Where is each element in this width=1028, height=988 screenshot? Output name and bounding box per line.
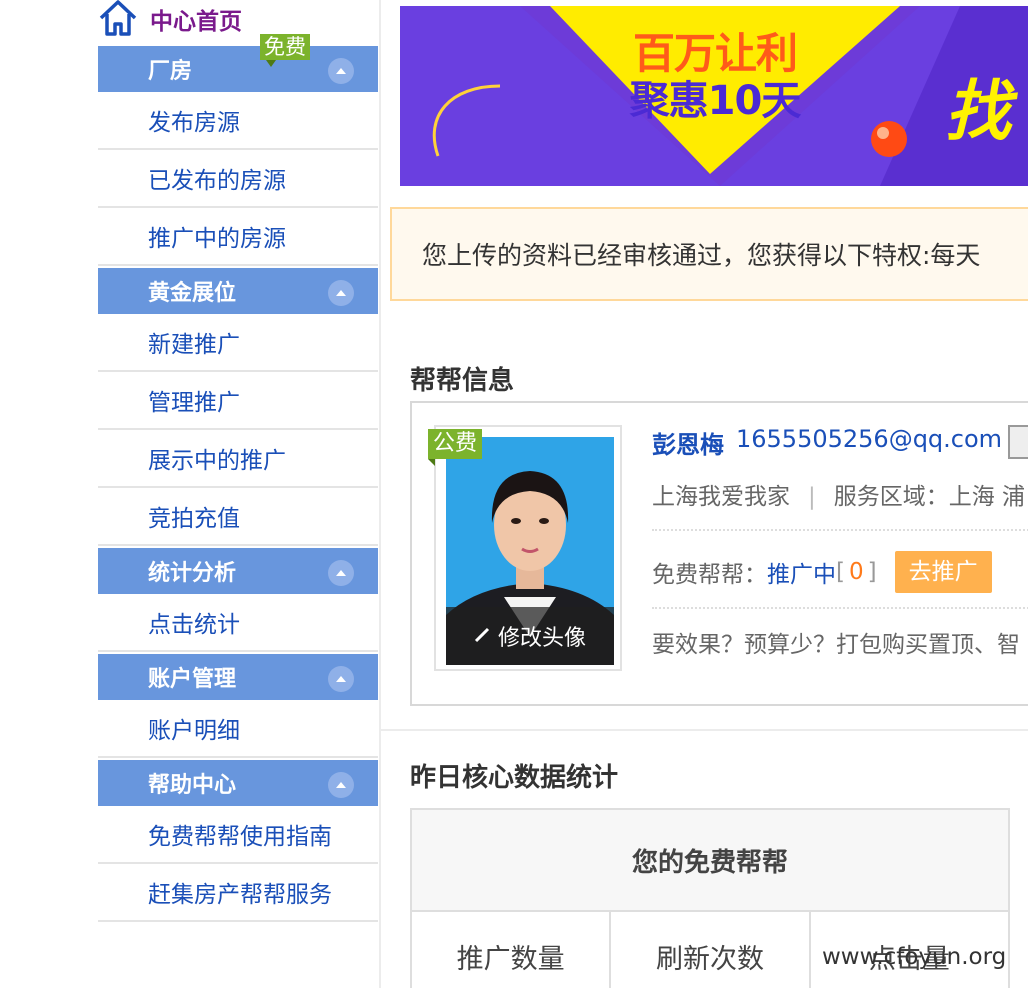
column-header: 推广数量 — [412, 912, 612, 988]
sidebar-item-published[interactable]: 已发布的房源 — [98, 150, 378, 208]
promoting-status[interactable]: 推广中 — [767, 555, 836, 589]
section-title: 账户管理 — [148, 667, 237, 692]
sidebar-item-showing-promo[interactable]: 展示中的推广 — [98, 430, 378, 488]
company-line: 上海我爱我家 | 服务区域：上海 浦 — [652, 477, 1025, 511]
separator: | — [808, 484, 816, 510]
collapse-icon[interactable] — [328, 58, 354, 84]
collapse-icon[interactable] — [328, 280, 354, 306]
section-header-help[interactable]: 帮助中心 — [98, 758, 378, 806]
notice-text: 您上传的资料已经审核通过，您获得以下特权:每天 — [422, 241, 981, 270]
column-header: 刷新次数 — [611, 912, 811, 988]
sidebar-item-promoting[interactable]: 推广中的房源 — [98, 208, 378, 266]
banner-slogan: 找 — [945, 73, 1011, 150]
sidebar: 中心首页 免费 厂房 发布房源 已发布的房源 推广中的房源 黄金展位 新建推广 … — [98, 0, 378, 922]
free-bangbang-line: 免费帮帮： 推广中 [ 0 ] 去推广 — [652, 551, 992, 593]
id-card-icon — [1008, 425, 1028, 459]
section-title: 黄金展位 — [148, 281, 237, 306]
profile-card: 修改头像 公费 彭恩梅 1655505256@qq.com 上海我爱我家 | 服务区… — [410, 401, 1028, 706]
dotted-divider — [652, 529, 1028, 531]
approval-notice: 您上传的资料已经审核通过，您获得以下特权:每天 — [390, 207, 1028, 301]
collapse-icon[interactable] — [328, 560, 354, 586]
promo-banner[interactable]: 百万让利 聚惠10天 找 — [400, 6, 1028, 186]
profile-section-title: 帮帮信息 — [410, 366, 515, 396]
sidebar-item-account-detail[interactable]: 账户明细 — [98, 700, 378, 758]
service-area: 服务区域：上海 浦 — [833, 484, 1026, 510]
sidebar-item-publish[interactable]: 发布房源 — [98, 92, 378, 150]
banner-subheadline: 聚惠10天 — [629, 78, 802, 124]
horizontal-divider — [380, 729, 1028, 731]
public-badge: 公费 — [428, 429, 483, 466]
section-header-factory[interactable]: 厂房 — [98, 44, 378, 92]
edit-avatar-label: 修改头像 — [497, 626, 586, 651]
edit-avatar-button[interactable]: 修改头像 — [446, 607, 614, 665]
stats-table-title: 您的免费帮帮 — [412, 810, 1008, 912]
user-name[interactable]: 彭恩梅 — [652, 425, 724, 460]
sidebar-item-new-promo[interactable]: 新建推广 — [98, 314, 378, 372]
free-label: 免费帮帮： — [652, 562, 767, 588]
avatar[interactable]: 修改头像 — [446, 437, 614, 665]
section-title: 统计分析 — [148, 561, 237, 586]
section-header-account[interactable]: 账户管理 — [98, 652, 378, 700]
pencil-icon — [474, 624, 492, 649]
promoting-count: 0 — [848, 559, 864, 585]
home-icon — [98, 0, 138, 38]
section-title: 帮助中心 — [148, 773, 237, 798]
promo-text: 要效果？预算少？打包购买置顶、智 — [652, 632, 1020, 658]
free-badge: 免费 — [260, 34, 310, 67]
sidebar-item-bid-recharge[interactable]: 竞拍充值 — [98, 488, 378, 546]
company-name: 上海我爱我家 — [652, 484, 790, 510]
home-link[interactable]: 中心首页 — [98, 0, 378, 44]
sidebar-item-manage-promo[interactable]: 管理推广 — [98, 372, 378, 430]
section-header-stats[interactable]: 统计分析 — [98, 546, 378, 594]
bracket-open: [ — [836, 559, 845, 585]
sidebar-item-click-stats[interactable]: 点击统计 — [98, 594, 378, 652]
stats-section-title: 昨日核心数据统计 — [410, 763, 619, 793]
section-header-gold-booth[interactable]: 黄金展位 — [98, 266, 378, 314]
section-title: 厂房 — [148, 59, 193, 84]
sidebar-item-guide[interactable]: 免费帮帮使用指南 — [98, 806, 378, 864]
avatar-frame: 修改头像 — [434, 425, 622, 671]
watermark: www.cfoyun.org — [822, 944, 1007, 970]
collapse-icon[interactable] — [328, 772, 354, 798]
home-label: 中心首页 — [150, 9, 242, 35]
sidebar-item-service[interactable]: 赶集房产帮帮服务 — [98, 864, 378, 922]
user-email[interactable]: 1655505256@qq.com — [736, 425, 1002, 453]
promote-button[interactable]: 去推广 — [894, 551, 992, 593]
bracket-close: ] — [867, 559, 877, 585]
collapse-icon[interactable] — [328, 666, 354, 692]
dotted-divider — [652, 607, 1028, 609]
vertical-divider — [379, 0, 381, 988]
